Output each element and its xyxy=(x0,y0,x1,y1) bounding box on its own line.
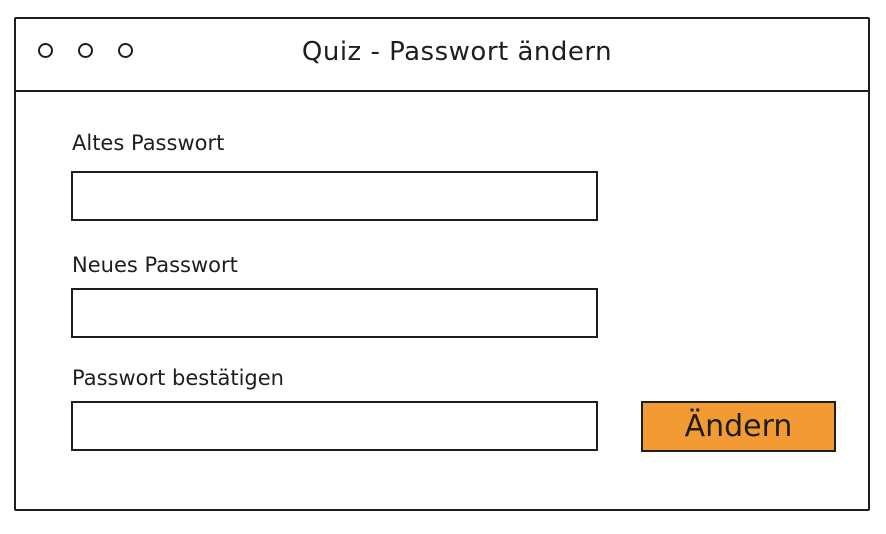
window: Quiz - Passwort ändern Altes Passwort Ne… xyxy=(14,17,870,511)
old-password-field[interactable] xyxy=(71,171,598,221)
window-title: Quiz - Passwort ändern xyxy=(301,37,613,67)
title-bar: Quiz - Passwort ändern xyxy=(16,19,868,92)
change-password-button[interactable]: Ändern xyxy=(641,401,836,452)
confirm-password-label: Passwort bestätigen xyxy=(72,366,284,390)
confirm-password-field[interactable] xyxy=(71,401,598,451)
old-password-label: Altes Passwort xyxy=(72,131,225,155)
new-password-label: Neues Passwort xyxy=(72,253,238,277)
new-password-field[interactable] xyxy=(71,288,598,338)
